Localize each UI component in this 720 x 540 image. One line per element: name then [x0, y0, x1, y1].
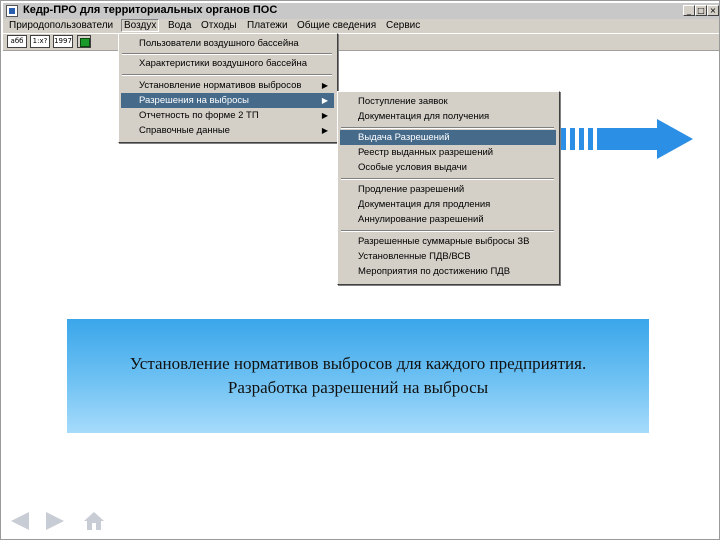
toolbar-button-green[interactable]: [77, 35, 91, 48]
permits-item-cancellation[interactable]: Аннулирование разрешений: [340, 212, 556, 227]
permits-item-measures[interactable]: Мероприятия по достижению ПДВ: [340, 264, 556, 279]
caption-box: Установление нормативов выбросов для каж…: [67, 319, 649, 433]
menu-item-label: Продление разрешений: [358, 184, 465, 195]
menu-item-label: Пользователи воздушного бассейна: [139, 38, 299, 49]
close-button[interactable]: ×: [707, 5, 719, 16]
forward-triangle-icon[interactable]: [44, 511, 66, 531]
menu-item-label: Справочные данные: [139, 125, 230, 136]
submenu-arrow-icon: ▶: [321, 81, 328, 90]
menu-item-label: Документация для продления: [358, 199, 491, 210]
menu-service[interactable]: Сервис: [386, 20, 420, 31]
submenu-arrow-icon: ▶: [321, 126, 328, 135]
menu-separator: [341, 127, 554, 129]
permits-item-documentation[interactable]: Документация для получения: [340, 109, 556, 124]
menu-general-info[interactable]: Общие сведения: [297, 20, 376, 31]
application-window: Кедр-ПРО для территориальных органов ПОС…: [0, 0, 720, 540]
minimize-button[interactable]: _: [683, 5, 695, 16]
menu-users[interactable]: Природопользователи: [9, 20, 113, 31]
menu-item-label: Установленные ПДВ/ВСВ: [358, 251, 471, 262]
submenu-arrow-icon: ▶: [321, 96, 328, 105]
toolbar-button-year[interactable]: 1997: [53, 35, 73, 48]
back-triangle-icon[interactable]: [9, 511, 31, 531]
window-title: Кедр-ПРО для территориальных органов ПОС: [23, 4, 278, 16]
menu-item-label: Разрешенные суммарные выбросы ЗВ: [358, 236, 530, 247]
menu-item-label: Реестр выданных разрешений: [358, 147, 494, 158]
submenu-arrow-icon: ▶: [321, 111, 328, 120]
permits-item-registry[interactable]: Реестр выданных разрешений: [340, 145, 556, 160]
menu-item-label: Разрешения на выбросы: [139, 95, 249, 106]
menu-item-label: Поступление заявок: [358, 96, 448, 107]
menu-item-label: Выдача Разрешений: [358, 132, 450, 143]
menu-item-label: Особые условия выдачи: [358, 162, 467, 173]
menu-item-label: Отчетность по форме 2 ТП: [139, 110, 259, 121]
right-arrow-icon: [561, 119, 693, 159]
menu-payments[interactable]: Платежи: [247, 20, 288, 31]
maximize-button[interactable]: □: [695, 5, 707, 16]
toolbar: абб 1:x? 1997: [3, 34, 719, 51]
permits-item-established-limits[interactable]: Установленные ПДВ/ВСВ: [340, 249, 556, 264]
menu-bar: Природопользователи Воздух Вода Отходы П…: [3, 19, 719, 33]
menu-item-label: Документация для получения: [358, 111, 490, 122]
permits-item-special-conditions[interactable]: Особые условия выдачи: [340, 160, 556, 175]
menu-waste[interactable]: Отходы: [201, 20, 237, 31]
menu-item-label: Аннулирование разрешений: [358, 214, 484, 225]
menu-water[interactable]: Вода: [168, 20, 191, 31]
home-icon[interactable]: [83, 511, 105, 531]
air-menu-item-permits[interactable]: Разрешения на выбросы ▶: [121, 93, 334, 108]
title-bar[interactable]: Кедр-ПРО для территориальных органов ПОС…: [3, 3, 719, 19]
menu-item-label: Установление нормативов выбросов: [139, 80, 302, 91]
air-menu-item-standards[interactable]: Установление нормативов выбросов ▶: [121, 78, 334, 93]
permits-item-issue[interactable]: Выдача Разрешений: [340, 130, 556, 145]
menu-item-label: Характеристики воздушного бассейна: [139, 58, 308, 69]
air-menu-item-users[interactable]: Пользователи воздушного бассейна: [121, 36, 334, 51]
menu-separator: [341, 178, 554, 180]
green-square-icon: [80, 38, 90, 47]
menu-separator: [122, 53, 332, 55]
permits-item-extension-docs[interactable]: Документация для продления: [340, 197, 556, 212]
permits-item-total-emissions[interactable]: Разрешенные суммарные выбросы ЗВ: [340, 234, 556, 249]
air-dropdown-menu: Пользователи воздушного бассейна Характе…: [118, 33, 338, 143]
caption-line-2: Разработка разрешений на выбросы: [227, 378, 489, 397]
menu-item-label: Мероприятия по достижению ПДВ: [358, 266, 511, 277]
toolbar-button-text[interactable]: абб: [7, 35, 27, 48]
app-icon[interactable]: [6, 5, 18, 17]
permits-submenu: Поступление заявок Документация для полу…: [337, 91, 560, 285]
menu-separator: [122, 74, 332, 76]
menu-air[interactable]: Воздух: [121, 19, 160, 32]
permits-item-extension[interactable]: Продление разрешений: [340, 182, 556, 197]
caption-line-1: Установление нормативов выбросов для каж…: [129, 354, 587, 373]
menu-separator: [341, 230, 554, 232]
toolbar-button-scale[interactable]: 1:x?: [30, 35, 50, 48]
air-menu-item-reporting[interactable]: Отчетность по форме 2 ТП ▶: [121, 108, 334, 123]
permits-item-applications[interactable]: Поступление заявок: [340, 94, 556, 109]
air-menu-item-characteristics[interactable]: Характеристики воздушного бассейна: [121, 56, 334, 71]
air-menu-item-reference[interactable]: Справочные данные ▶: [121, 123, 334, 138]
